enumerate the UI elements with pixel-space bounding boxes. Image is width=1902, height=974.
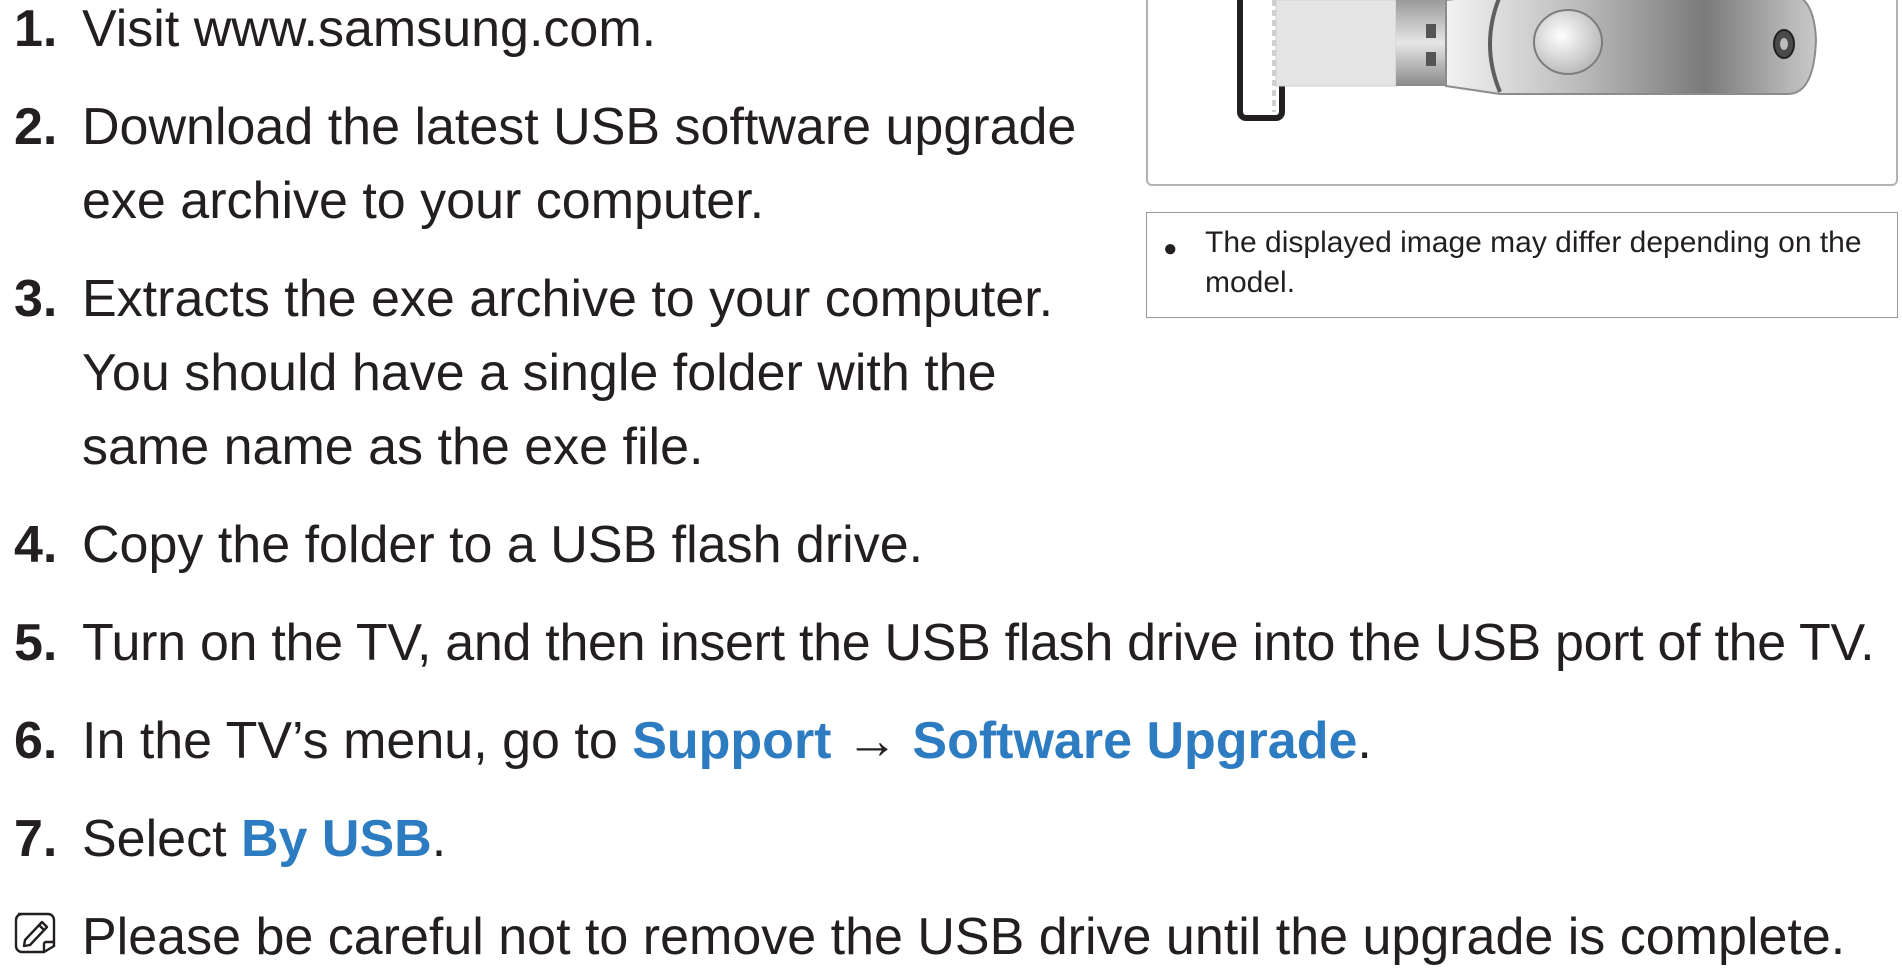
step-prefix: Select [82, 810, 241, 868]
caption-text: The displayed image may differ depending… [1205, 223, 1889, 303]
caption-line-1: The displayed image may differ depending… [1205, 226, 1862, 259]
step-text: Visit www.samsung.com. [82, 0, 657, 58]
step-prefix: In the TV’s menu, go to [82, 712, 633, 770]
step-number: 1. [14, 0, 58, 58]
step-suffix: . [1357, 712, 1372, 770]
menu-software-upgrade: Software Upgrade [912, 712, 1358, 770]
step-text: In the TV’s menu, go to Support → Softwa… [82, 704, 1372, 778]
note-icon [14, 912, 56, 954]
step-suffix: . [431, 810, 447, 868]
step-text: Turn on the TV, and then insert the USB … [82, 614, 1875, 672]
step-text: Copy the folder to a USB flash drive. [82, 516, 924, 574]
step-number: 5. [14, 614, 58, 672]
step-text-line-2: You should have a single folder with the [82, 344, 997, 402]
step-text-line-1: Extracts the exe archive to your compute… [82, 270, 1054, 328]
figure-box [1146, 0, 1898, 186]
caption-bullet: ● [1163, 235, 1178, 262]
step-text-line-2: exe archive to your computer. [82, 172, 765, 230]
menu-by-usb: By USB [240, 810, 432, 868]
note-text: Please be careful not to remove the USB … [82, 908, 1846, 966]
figure-caption: ● The displayed image may differ dependi… [1146, 212, 1898, 318]
menu-support: Support [632, 712, 832, 770]
step-number: 4. [14, 516, 58, 574]
menu-arrow: → [831, 712, 913, 770]
step-number: 7. [14, 810, 58, 868]
step-text-line-1: Download the latest USB software upgrade [82, 98, 1077, 156]
step-text: Select By USB. [82, 802, 446, 876]
usb-drive-illustration [1237, 0, 1818, 121]
caption-line-2: model. [1205, 266, 1296, 299]
step-number: 2. [14, 98, 58, 156]
step-text-line-3: same name as the exe file. [82, 418, 704, 476]
step-number: 6. [14, 712, 58, 770]
step-number: 3. [14, 270, 58, 328]
